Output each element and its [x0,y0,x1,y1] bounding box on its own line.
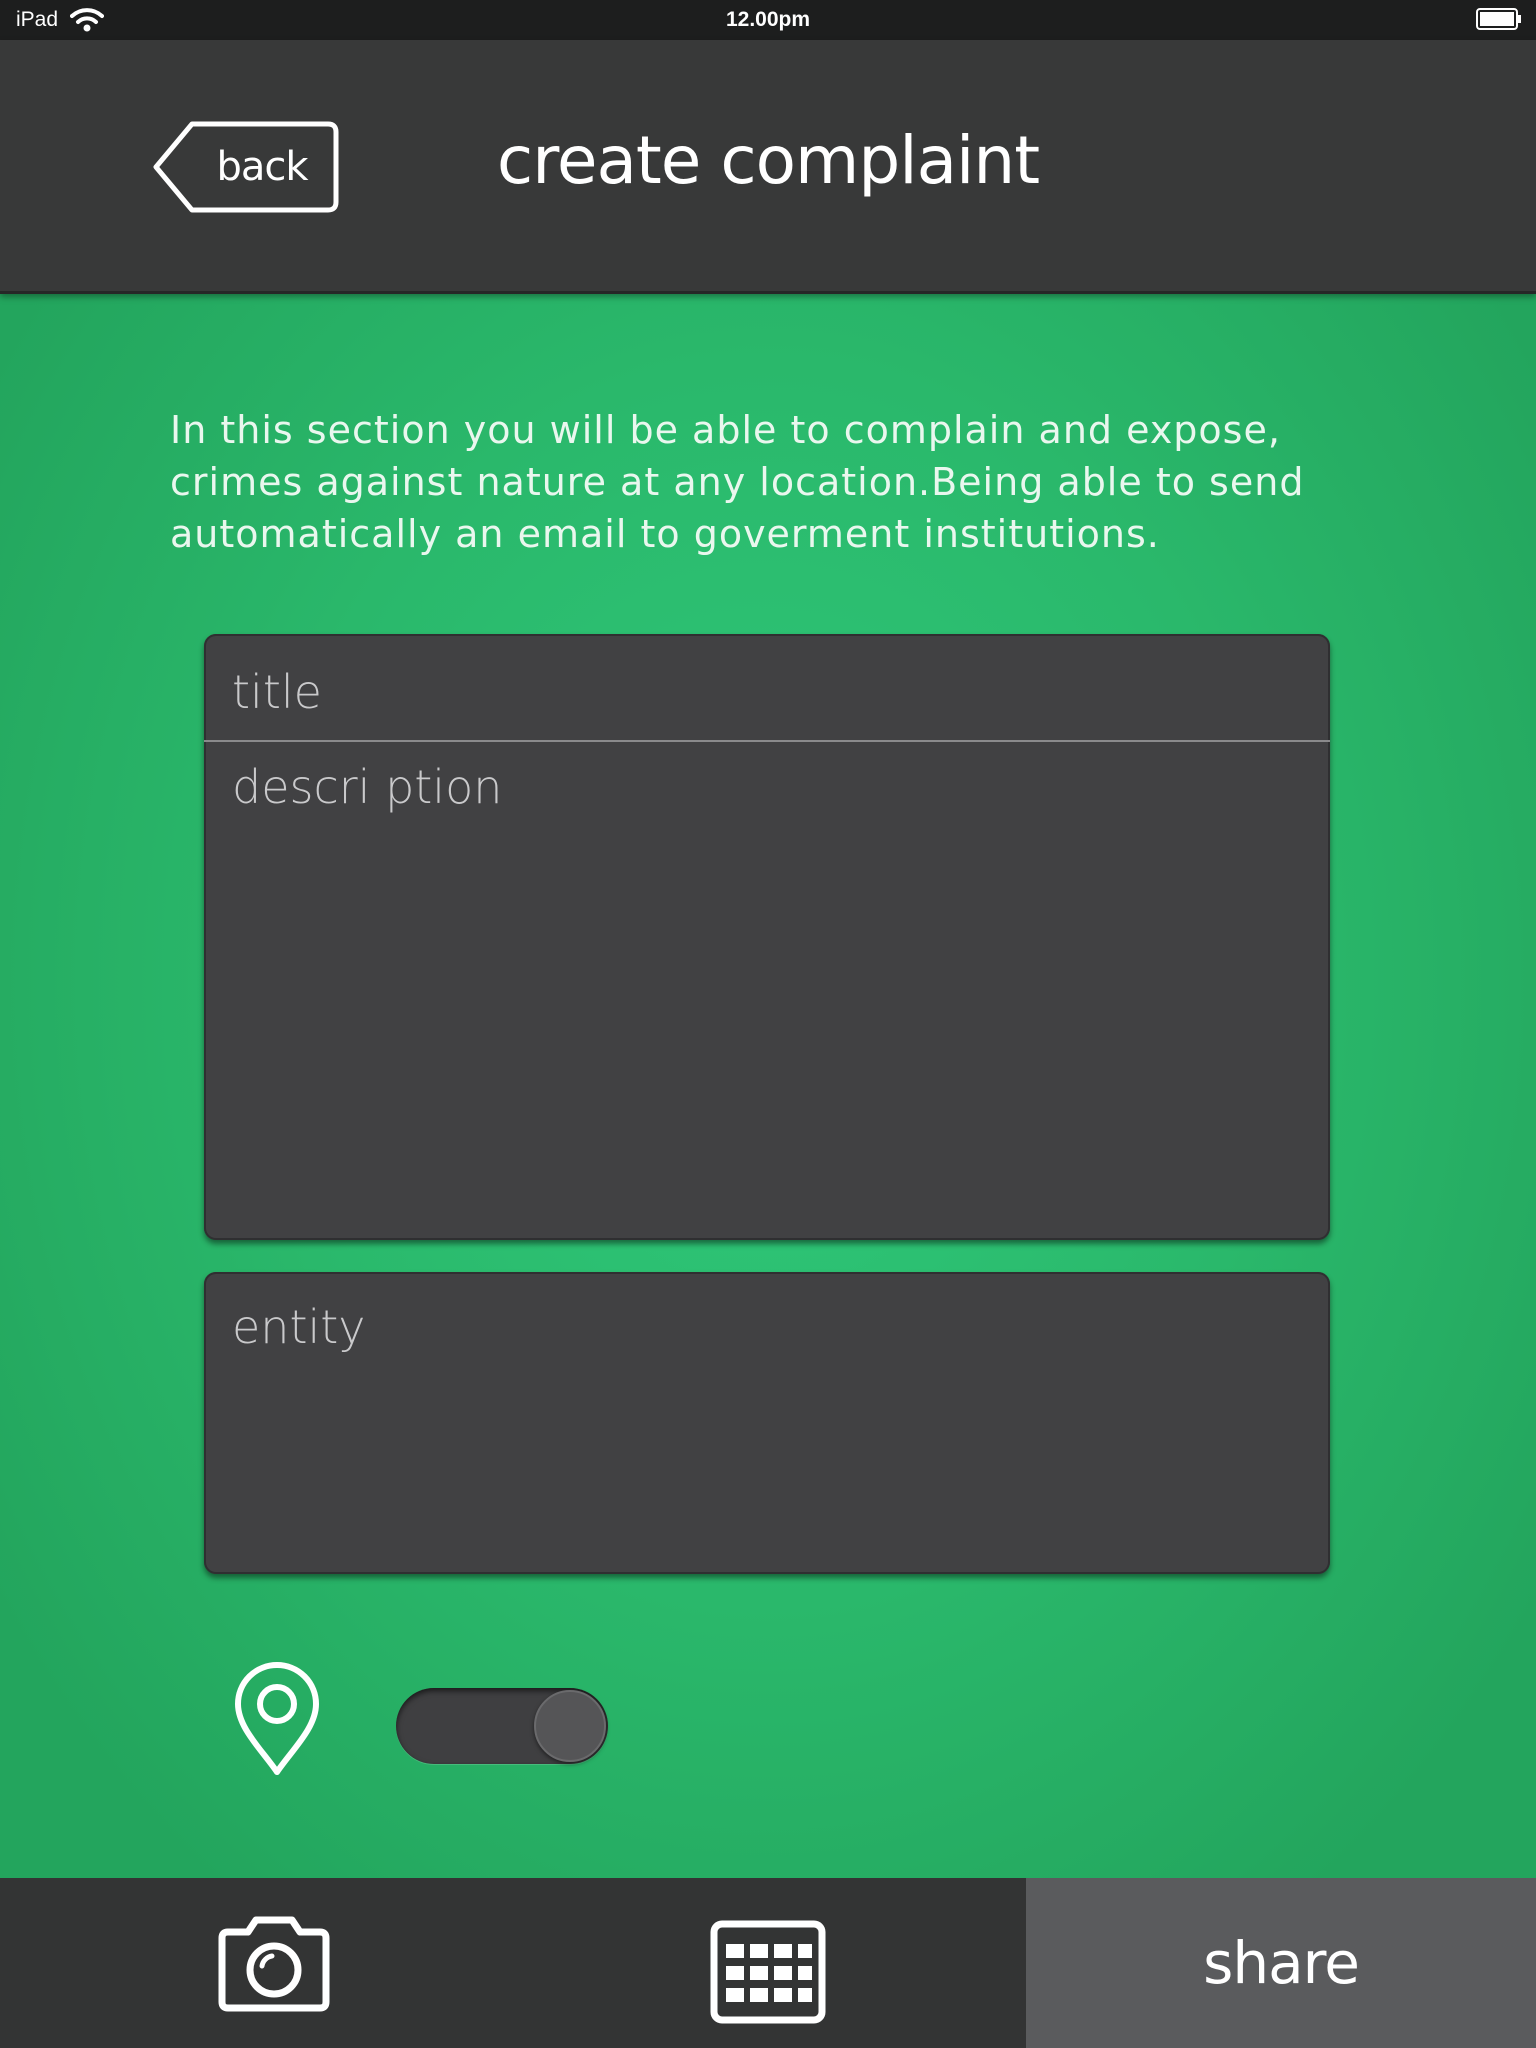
complaint-card [204,634,1330,1240]
status-bar: iPad 12.00pm [0,0,1536,40]
share-label: share [1203,1929,1360,1997]
toggle-knob[interactable] [534,1690,606,1762]
bottom-tabbar: share [0,1878,1536,2048]
title-input[interactable] [232,662,1292,722]
intro-text: In this section you will be able to comp… [170,408,1305,556]
entity-input[interactable] [232,1300,1292,1550]
calendar-icon [710,1920,826,2024]
camera-icon [218,1916,330,2012]
calendar-button[interactable] [550,1878,1026,2048]
location-pin-icon [235,1662,319,1775]
camera-button[interactable] [0,1878,550,2048]
page-title: create complaint [496,122,1040,199]
share-button[interactable]: share [1026,1878,1536,2048]
location-toggle[interactable] [396,1688,608,1764]
status-time: 12.00pm [725,8,811,31]
title-row [204,634,1330,742]
battery-icon [1476,8,1521,30]
description-input[interactable] [232,760,1292,1220]
header: back create complaint [0,40,1536,294]
entity-card [204,1272,1330,1574]
